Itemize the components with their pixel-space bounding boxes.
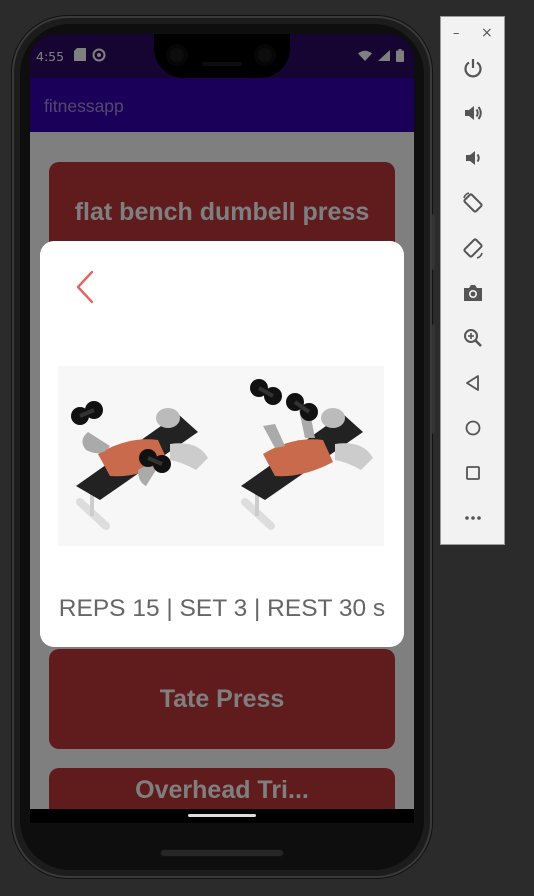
rotate-left-icon <box>463 192 483 213</box>
back-icon <box>466 375 479 391</box>
camera-icon <box>464 285 482 301</box>
overview-nav-button[interactable] <box>457 457 489 489</box>
reps-sets-rest-text: REPS 15 | SET 3 | REST 30 s <box>58 595 386 622</box>
close-button[interactable]: × <box>481 25 493 41</box>
volume-down-button[interactable] <box>457 142 489 174</box>
volume-down-icon <box>466 151 480 165</box>
overview-icon <box>466 466 480 480</box>
power-icon <box>464 59 482 78</box>
zoom-icon <box>464 329 482 347</box>
chevron-left-icon <box>76 270 94 304</box>
back-nav-button[interactable] <box>457 367 489 399</box>
zoom-button[interactable] <box>457 322 489 354</box>
volume-up-button[interactable] <box>457 97 489 129</box>
bottom-speaker <box>160 849 284 857</box>
screenshot-button[interactable] <box>457 277 489 309</box>
more-button[interactable] <box>457 502 489 534</box>
exercise-dialog: REPS 15 | SET 3 | REST 30 s <box>40 241 404 647</box>
home-icon <box>465 420 481 436</box>
gesture-nav-bar <box>30 809 414 823</box>
back-button[interactable] <box>74 269 102 305</box>
emulator-toolbar: – × <box>440 16 505 545</box>
rotate-right-icon <box>463 238 483 259</box>
phone-side-button <box>432 214 435 270</box>
power-button[interactable] <box>457 52 489 84</box>
phone-screen: 4:55 fitnessapp flat bench dumbell press… <box>30 34 414 809</box>
home-nav-button[interactable] <box>457 412 489 444</box>
rotate-right-button[interactable] <box>457 232 489 264</box>
phone-side-button <box>432 324 435 434</box>
rotate-left-button[interactable] <box>457 187 489 219</box>
volume-up-icon <box>465 106 482 120</box>
minimize-button[interactable]: – <box>453 26 460 41</box>
exercise-illustration <box>58 366 384 546</box>
more-icon <box>465 516 481 520</box>
emulator-window-controls: – × <box>441 17 504 51</box>
home-indicator[interactable] <box>188 814 256 817</box>
